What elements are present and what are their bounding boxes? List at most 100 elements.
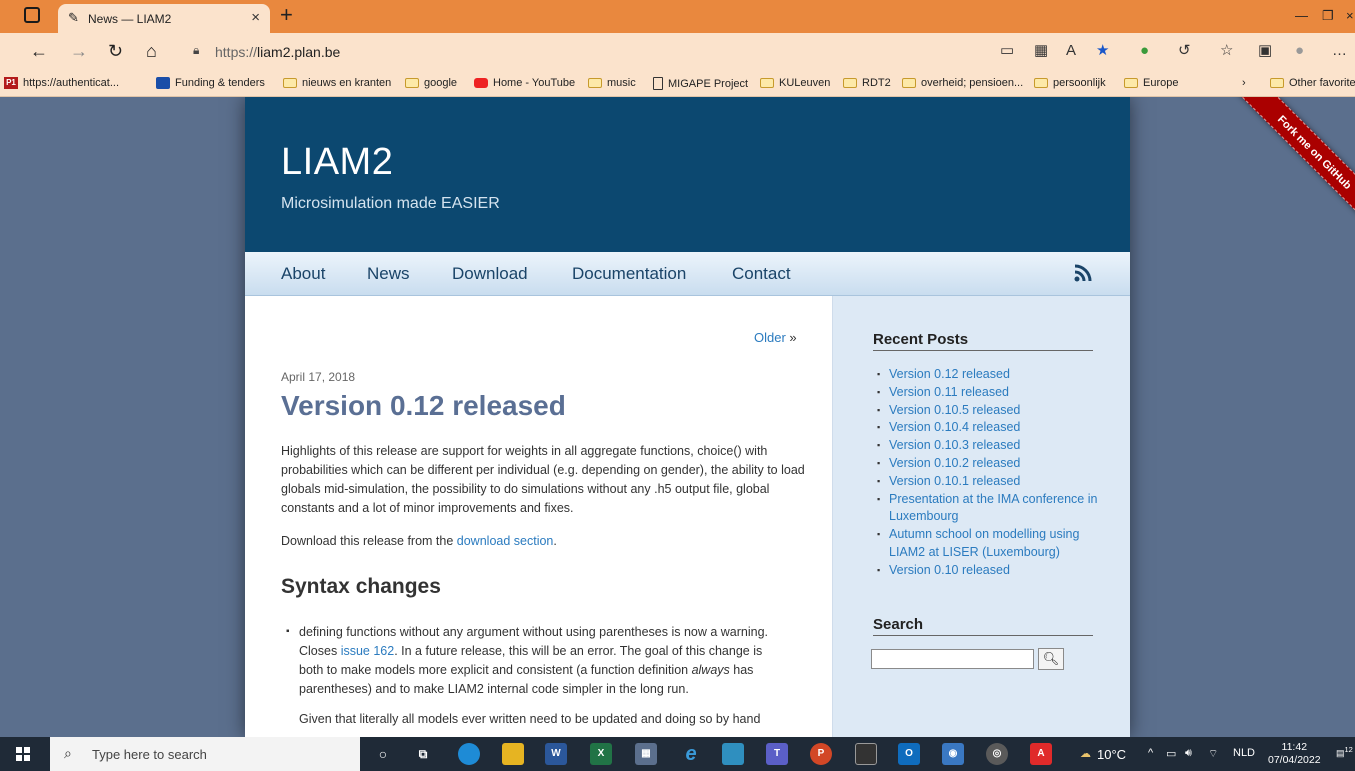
bookmark-persoonlijk[interactable]: persoonlijk bbox=[1034, 77, 1106, 89]
bookmark-authenticat[interactable]: P1 https://authenticat... bbox=[4, 77, 119, 89]
recent-post-link[interactable]: Version 0.10.2 released bbox=[877, 455, 1107, 473]
rss-feed-icon[interactable] bbox=[1073, 263, 1093, 283]
volume-icon[interactable]: 🔊︎ bbox=[1185, 747, 1192, 760]
recent-post-link[interactable]: Presentation at the IMA conference in Lu… bbox=[877, 491, 1107, 527]
profile-icon[interactable]: ● bbox=[1295, 42, 1304, 60]
bookmark-music[interactable]: music bbox=[588, 77, 636, 89]
battery-icon[interactable]: ▭ bbox=[1166, 747, 1176, 760]
recent-post-link[interactable]: Version 0.10.5 released bbox=[877, 402, 1107, 420]
language-indicator[interactable]: NLD bbox=[1233, 747, 1255, 759]
nav-download[interactable]: Download bbox=[452, 264, 528, 284]
internet-explorer-icon[interactable]: e bbox=[680, 743, 702, 765]
clock[interactable]: 11:42 07/04/2022 bbox=[1268, 741, 1321, 767]
recent-post-link[interactable]: Version 0.10.4 released bbox=[877, 419, 1107, 437]
browser-tab[interactable]: ✎ News — LIAM2 × bbox=[58, 4, 270, 33]
bookmarks-bar: P1 https://authenticat... Funding & tende… bbox=[0, 71, 1355, 97]
bookmark-kuleuven[interactable]: KULeuven bbox=[760, 77, 830, 89]
download-section-link[interactable]: download section bbox=[457, 534, 554, 548]
refresh-extension-icon[interactable]: ↺ bbox=[1178, 42, 1191, 60]
back-icon[interactable]: ← bbox=[30, 41, 48, 61]
nav-documentation[interactable]: Documentation bbox=[572, 264, 686, 284]
collections-icon[interactable]: ▣ bbox=[1258, 42, 1272, 60]
taskbar-search[interactable]: ⌕ Type here to search bbox=[50, 737, 360, 771]
bookmark-label: persoonlijk bbox=[1053, 77, 1106, 89]
restore-icon[interactable]: ❐ bbox=[1322, 8, 1334, 24]
bookmark-rdt2[interactable]: RDT2 bbox=[843, 77, 891, 89]
acrobat-icon[interactable]: A bbox=[1030, 743, 1052, 765]
bookmark-label: google bbox=[424, 77, 458, 89]
issue-162-link[interactable]: issue 162 bbox=[341, 644, 395, 658]
extension-icon[interactable]: ● bbox=[1140, 42, 1149, 60]
favorites-icon[interactable]: ☆ bbox=[1220, 42, 1233, 60]
recent-post-link[interactable]: Version 0.10 released bbox=[877, 562, 1107, 580]
home-icon[interactable]: ⌂ bbox=[146, 41, 157, 61]
tab-title: News — LIAM2 bbox=[88, 12, 172, 26]
lock-icon[interactable]: 🔒︎ bbox=[193, 43, 199, 58]
sidebar: Recent Posts Version 0.12 released Versi… bbox=[832, 296, 1130, 737]
nav-about[interactable]: About bbox=[281, 264, 325, 284]
other-favorites[interactable]: Other favorite bbox=[1270, 77, 1355, 89]
bookmark-google[interactable]: google bbox=[405, 77, 457, 89]
wifi-icon[interactable]: ⌔ bbox=[1208, 747, 1218, 761]
weather-temperature[interactable]: 10°C bbox=[1097, 747, 1126, 762]
bookmark-europe[interactable]: Europe bbox=[1124, 77, 1178, 89]
nav-contact[interactable]: Contact bbox=[732, 264, 791, 284]
search-button[interactable]: 🔍︎ bbox=[1038, 648, 1064, 670]
bookmark-nieuws[interactable]: nieuws en kranten bbox=[283, 77, 391, 89]
minimize-icon[interactable]: — bbox=[1295, 8, 1308, 23]
close-tab-icon[interactable]: × bbox=[251, 9, 260, 26]
recent-post-link[interactable]: Version 0.10.1 released bbox=[877, 473, 1107, 491]
refresh-icon[interactable]: ↻ bbox=[108, 41, 123, 61]
bookmark-overheid[interactable]: overheid; pensioen... bbox=[902, 77, 1023, 89]
bookmark-migape[interactable]: MIGAPE Project bbox=[653, 77, 748, 90]
other-favorites-label: Other favorite bbox=[1289, 77, 1355, 89]
bookmark-label: overheid; pensioen... bbox=[921, 77, 1024, 89]
search-input[interactable] bbox=[871, 649, 1034, 669]
download-prefix: Download this release from the bbox=[281, 534, 457, 548]
forward-icon[interactable]: → bbox=[70, 41, 88, 61]
more-menu-icon[interactable]: … bbox=[1332, 42, 1347, 60]
github-ribbon-label[interactable]: Fork me on GitHub bbox=[1231, 97, 1355, 236]
taskbar-search-placeholder: Type here to search bbox=[92, 747, 207, 762]
calculator-icon[interactable]: ▦ bbox=[635, 743, 657, 765]
bookmark-youtube[interactable]: Home - YouTube bbox=[474, 77, 575, 89]
notepad-icon[interactable] bbox=[722, 743, 744, 765]
edge-icon[interactable] bbox=[458, 743, 480, 765]
more-bookmarks-icon[interactable]: › bbox=[1242, 77, 1246, 89]
notifications-icon[interactable]: ▤12 bbox=[1336, 745, 1353, 759]
address-bar[interactable]: https://liam2.plan.be bbox=[215, 44, 340, 60]
post-title[interactable]: Version 0.12 released bbox=[281, 390, 566, 422]
folder-icon bbox=[405, 78, 419, 88]
bookmark-funding[interactable]: Funding & tenders bbox=[156, 77, 265, 89]
tab-actions-icon[interactable] bbox=[24, 7, 40, 23]
security-icon[interactable]: ◉ bbox=[942, 743, 964, 765]
cortana-icon[interactable]: ○ bbox=[372, 743, 394, 765]
powerpoint-icon[interactable]: P bbox=[810, 743, 832, 765]
site-title[interactable]: LIAM2 bbox=[281, 141, 393, 184]
recent-post-link[interactable]: Autumn school on modelling using LIAM2 a… bbox=[877, 526, 1107, 562]
new-tab-icon[interactable]: + bbox=[280, 3, 293, 27]
tray-chevron-icon[interactable]: ^ bbox=[1148, 747, 1153, 759]
recent-post-link[interactable]: Version 0.10.3 released bbox=[877, 437, 1107, 455]
older-posts-link[interactable]: Older » bbox=[754, 330, 797, 345]
recent-post-link[interactable]: Version 0.11 released bbox=[877, 384, 1107, 402]
read-aloud-icon[interactable]: A bbox=[1066, 42, 1076, 60]
file-explorer-icon[interactable] bbox=[502, 743, 524, 765]
folder-icon bbox=[760, 78, 774, 88]
task-view-icon[interactable]: ⧉ bbox=[412, 743, 434, 765]
terminal-icon[interactable] bbox=[855, 743, 877, 765]
app-available-icon[interactable]: ▦ bbox=[1034, 42, 1048, 60]
windows-start-icon[interactable] bbox=[16, 747, 30, 761]
nav-news[interactable]: News bbox=[367, 264, 410, 284]
reader-view-icon[interactable]: ▭ bbox=[1000, 42, 1014, 60]
teams-icon[interactable]: T bbox=[766, 743, 788, 765]
excel-icon[interactable]: X bbox=[590, 743, 612, 765]
github-ribbon[interactable]: Fork me on GitHub bbox=[1200, 97, 1355, 252]
outlook-icon[interactable]: O bbox=[898, 743, 920, 765]
site-header: LIAM2 Microsimulation made EASIER bbox=[245, 97, 1130, 252]
favorite-star-icon[interactable]: ★ bbox=[1096, 42, 1109, 60]
close-window-icon[interactable]: × bbox=[1346, 8, 1354, 23]
app-icon[interactable]: ◎ bbox=[986, 743, 1008, 765]
recent-post-link[interactable]: Version 0.12 released bbox=[877, 366, 1107, 384]
word-icon[interactable]: W bbox=[545, 743, 567, 765]
